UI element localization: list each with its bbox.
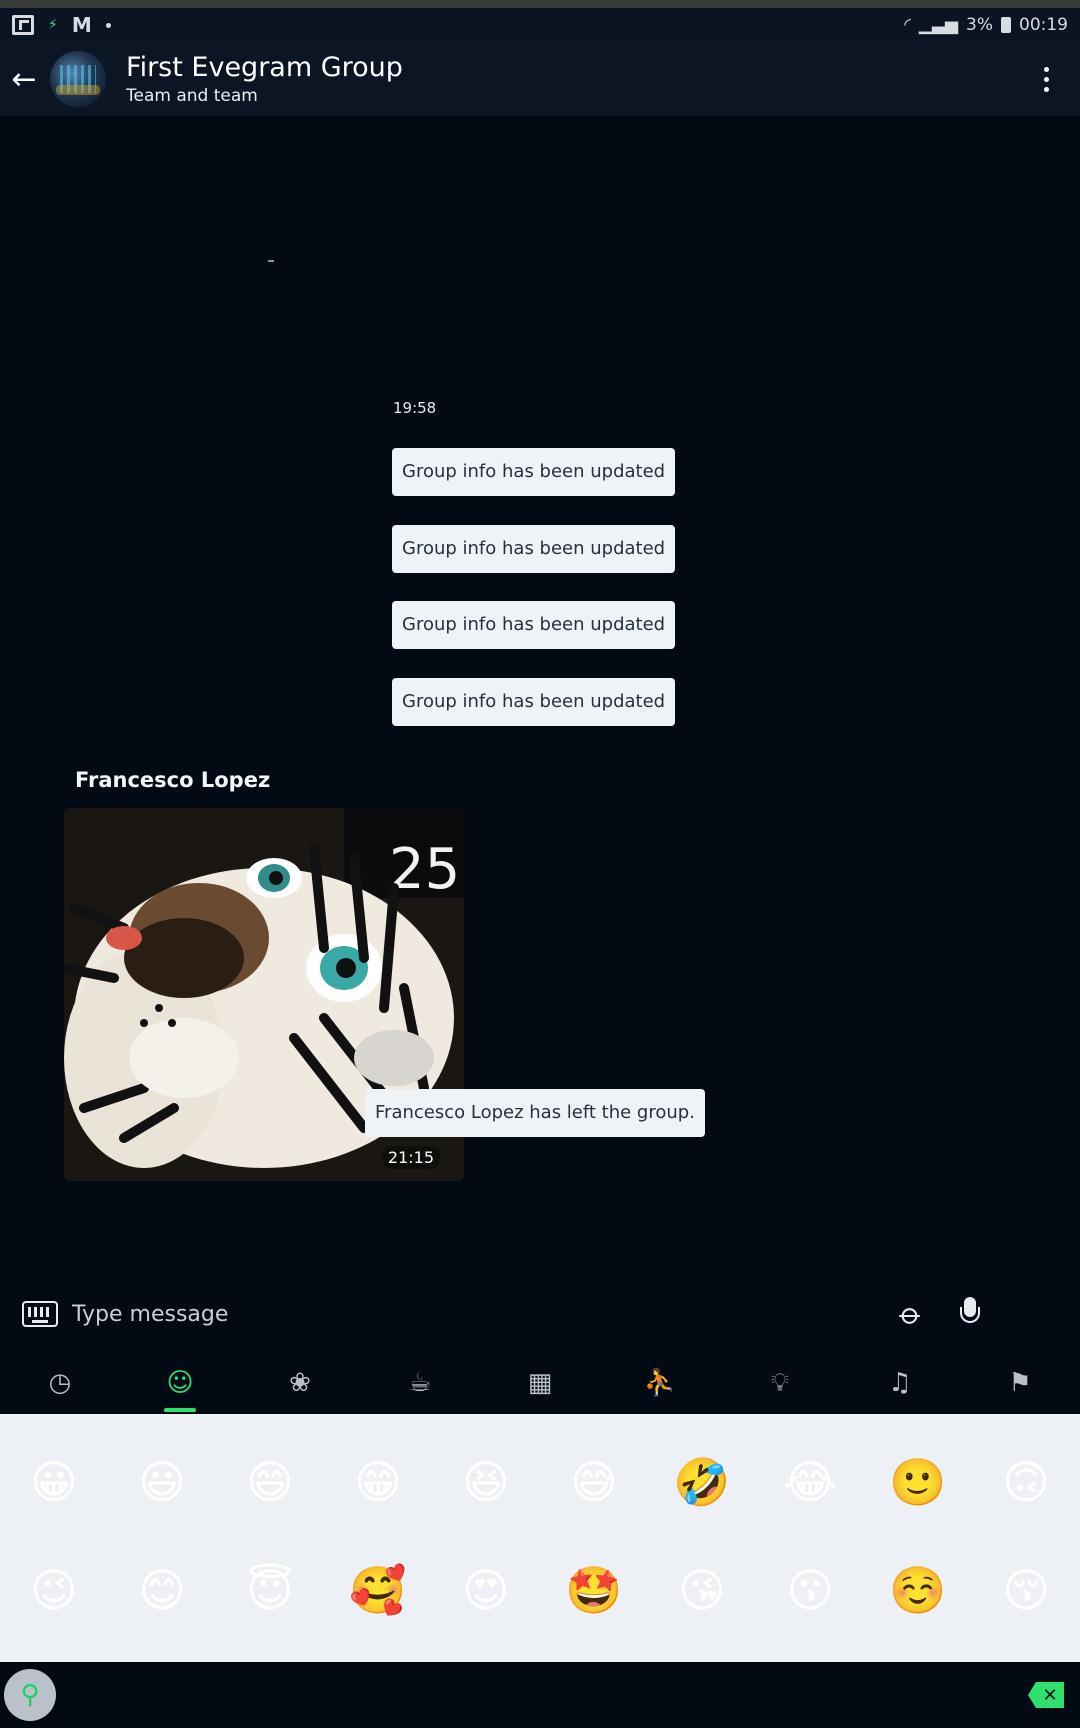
system-message: Group info has been updated <box>392 525 676 573</box>
emoji-upside-down[interactable]: 🙃 <box>972 1428 1080 1536</box>
left-group-notice: Francesco Lopez has left the group. <box>365 1089 705 1137</box>
group-title: First Evegram Group <box>126 52 403 83</box>
emoji-star-struck[interactable]: 🤩 <box>540 1536 648 1644</box>
emoji-bottom-bar: ⚲ ✕ <box>0 1662 1080 1728</box>
building-icon[interactable]: ▦ <box>480 1352 600 1414</box>
attach-paperclip-icon[interactable]: ⌀ <box>892 1295 930 1333</box>
message-composer: ⌀ <box>0 1276 1080 1352</box>
notification-dot <box>105 22 111 28</box>
more-options-icon[interactable] <box>1036 66 1056 92</box>
message-list[interactable]: 19:58 Group info has been updated Group … <box>0 116 1080 1276</box>
gmail-icon: M <box>71 13 92 37</box>
group-title-block[interactable]: First Evegram Group Team and team <box>126 52 403 106</box>
emoji-innocent[interactable]: 😇 <box>216 1536 324 1644</box>
emoji-kissing-closed-eyes[interactable]: 😚 <box>972 1536 1080 1644</box>
message-input[interactable] <box>72 1301 832 1327</box>
lightbulb-icon[interactable]: 💡︎ <box>720 1352 840 1414</box>
emoji-kissing-heart[interactable]: 😘 <box>648 1536 756 1644</box>
emoji-smiling-hearts[interactable]: 🥰 <box>324 1536 432 1644</box>
photo-timestamp: 21:15 <box>381 1146 440 1169</box>
emoji-category-tabs: ◷ ☺ ❀ ☕ ▦ ⛹ 💡︎ ♫ ⚑ <box>0 1352 1080 1414</box>
emoji-kissing[interactable]: 😗 <box>756 1536 864 1644</box>
emoji-grid: 😀 😃 😄 😁 😆 😅 🤣 😂 🙂 🙃 😉 😊 😇 🥰 😍 🤩 😘 😗 ☺️ 😚 <box>0 1414 1080 1662</box>
emoji-search-icon[interactable]: ⚲ <box>4 1669 56 1721</box>
wifi-icon: ◜ <box>904 15 911 35</box>
group-subtitle: Team and team <box>126 86 258 106</box>
chat-header: ← First Evegram Group Team and team <box>0 42 1080 116</box>
system-message: Group info has been updated <box>392 678 676 726</box>
keyboard-icon[interactable] <box>22 1301 58 1327</box>
system-message: Group info has been updated <box>392 601 676 649</box>
running-person-icon[interactable]: ⛹ <box>600 1352 720 1414</box>
paw-icon[interactable]: ❀ <box>240 1352 360 1414</box>
spark-icon: ⚡ <box>48 17 58 33</box>
image-text: 25. <box>389 837 464 902</box>
emoji-smile[interactable]: 😄 <box>216 1428 324 1536</box>
flag-icon[interactable]: ⚑ <box>960 1352 1080 1414</box>
battery-icon <box>1001 17 1011 33</box>
emoji-grin[interactable]: 😁 <box>324 1428 432 1536</box>
emoji-smiley[interactable]: 😃 <box>108 1428 216 1536</box>
back-arrow-icon[interactable]: ← <box>4 59 44 99</box>
emoji-grinning[interactable]: 😀 <box>0 1428 108 1536</box>
stray-mark <box>268 260 274 262</box>
emoji-heart-eyes[interactable]: 😍 <box>432 1536 540 1644</box>
smiley-icon[interactable]: ☺ <box>120 1352 240 1414</box>
message-sender-name: Francesco Lopez <box>75 768 271 792</box>
system-message: Group info has been updated <box>392 448 676 496</box>
time-separator: 19:58 <box>393 399 437 417</box>
flipboard-icon <box>12 15 34 35</box>
emoji-wink[interactable]: 😉 <box>0 1536 108 1644</box>
window-frame <box>0 0 1080 8</box>
status-bar: ⚡ M ◜ ▁▃▅ 3% 00:19 <box>0 8 1080 42</box>
microphone-icon[interactable] <box>960 1297 981 1331</box>
signal-icon: ▁▃▅ <box>918 15 959 35</box>
food-icon[interactable]: ☕ <box>360 1352 480 1414</box>
emoji-joy[interactable]: 😂 <box>756 1428 864 1536</box>
emoji-laughing[interactable]: 😆 <box>432 1428 540 1536</box>
emoji-sweat-smile[interactable]: 😅 <box>540 1428 648 1536</box>
clock: 00:19 <box>1019 15 1068 35</box>
emoji-blush[interactable]: 😊 <box>108 1536 216 1644</box>
group-avatar[interactable] <box>50 51 106 107</box>
emoji-rofl[interactable]: 🤣 <box>648 1428 756 1536</box>
emoji-slight-smile[interactable]: 🙂 <box>864 1428 972 1536</box>
symbols-icon[interactable]: ♫ <box>840 1352 960 1414</box>
backspace-icon[interactable]: ✕ <box>1028 1682 1064 1708</box>
recent-clock-icon[interactable]: ◷ <box>0 1352 120 1414</box>
battery-percent: 3% <box>966 15 993 35</box>
emoji-relaxed[interactable]: ☺️ <box>864 1536 972 1644</box>
